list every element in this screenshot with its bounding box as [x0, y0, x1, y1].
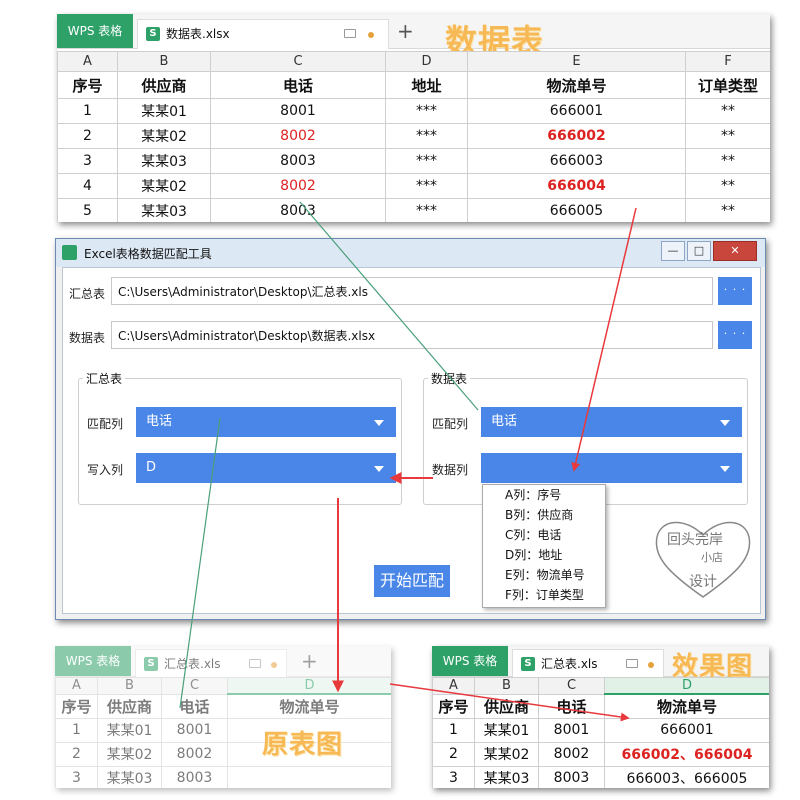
data-arrow: [571, 207, 637, 472]
match-link-line: [179, 417, 221, 709]
annotation-overlay: [179, 201, 637, 722]
result-arrow: [389, 683, 630, 722]
match-link-line: [299, 201, 479, 411]
